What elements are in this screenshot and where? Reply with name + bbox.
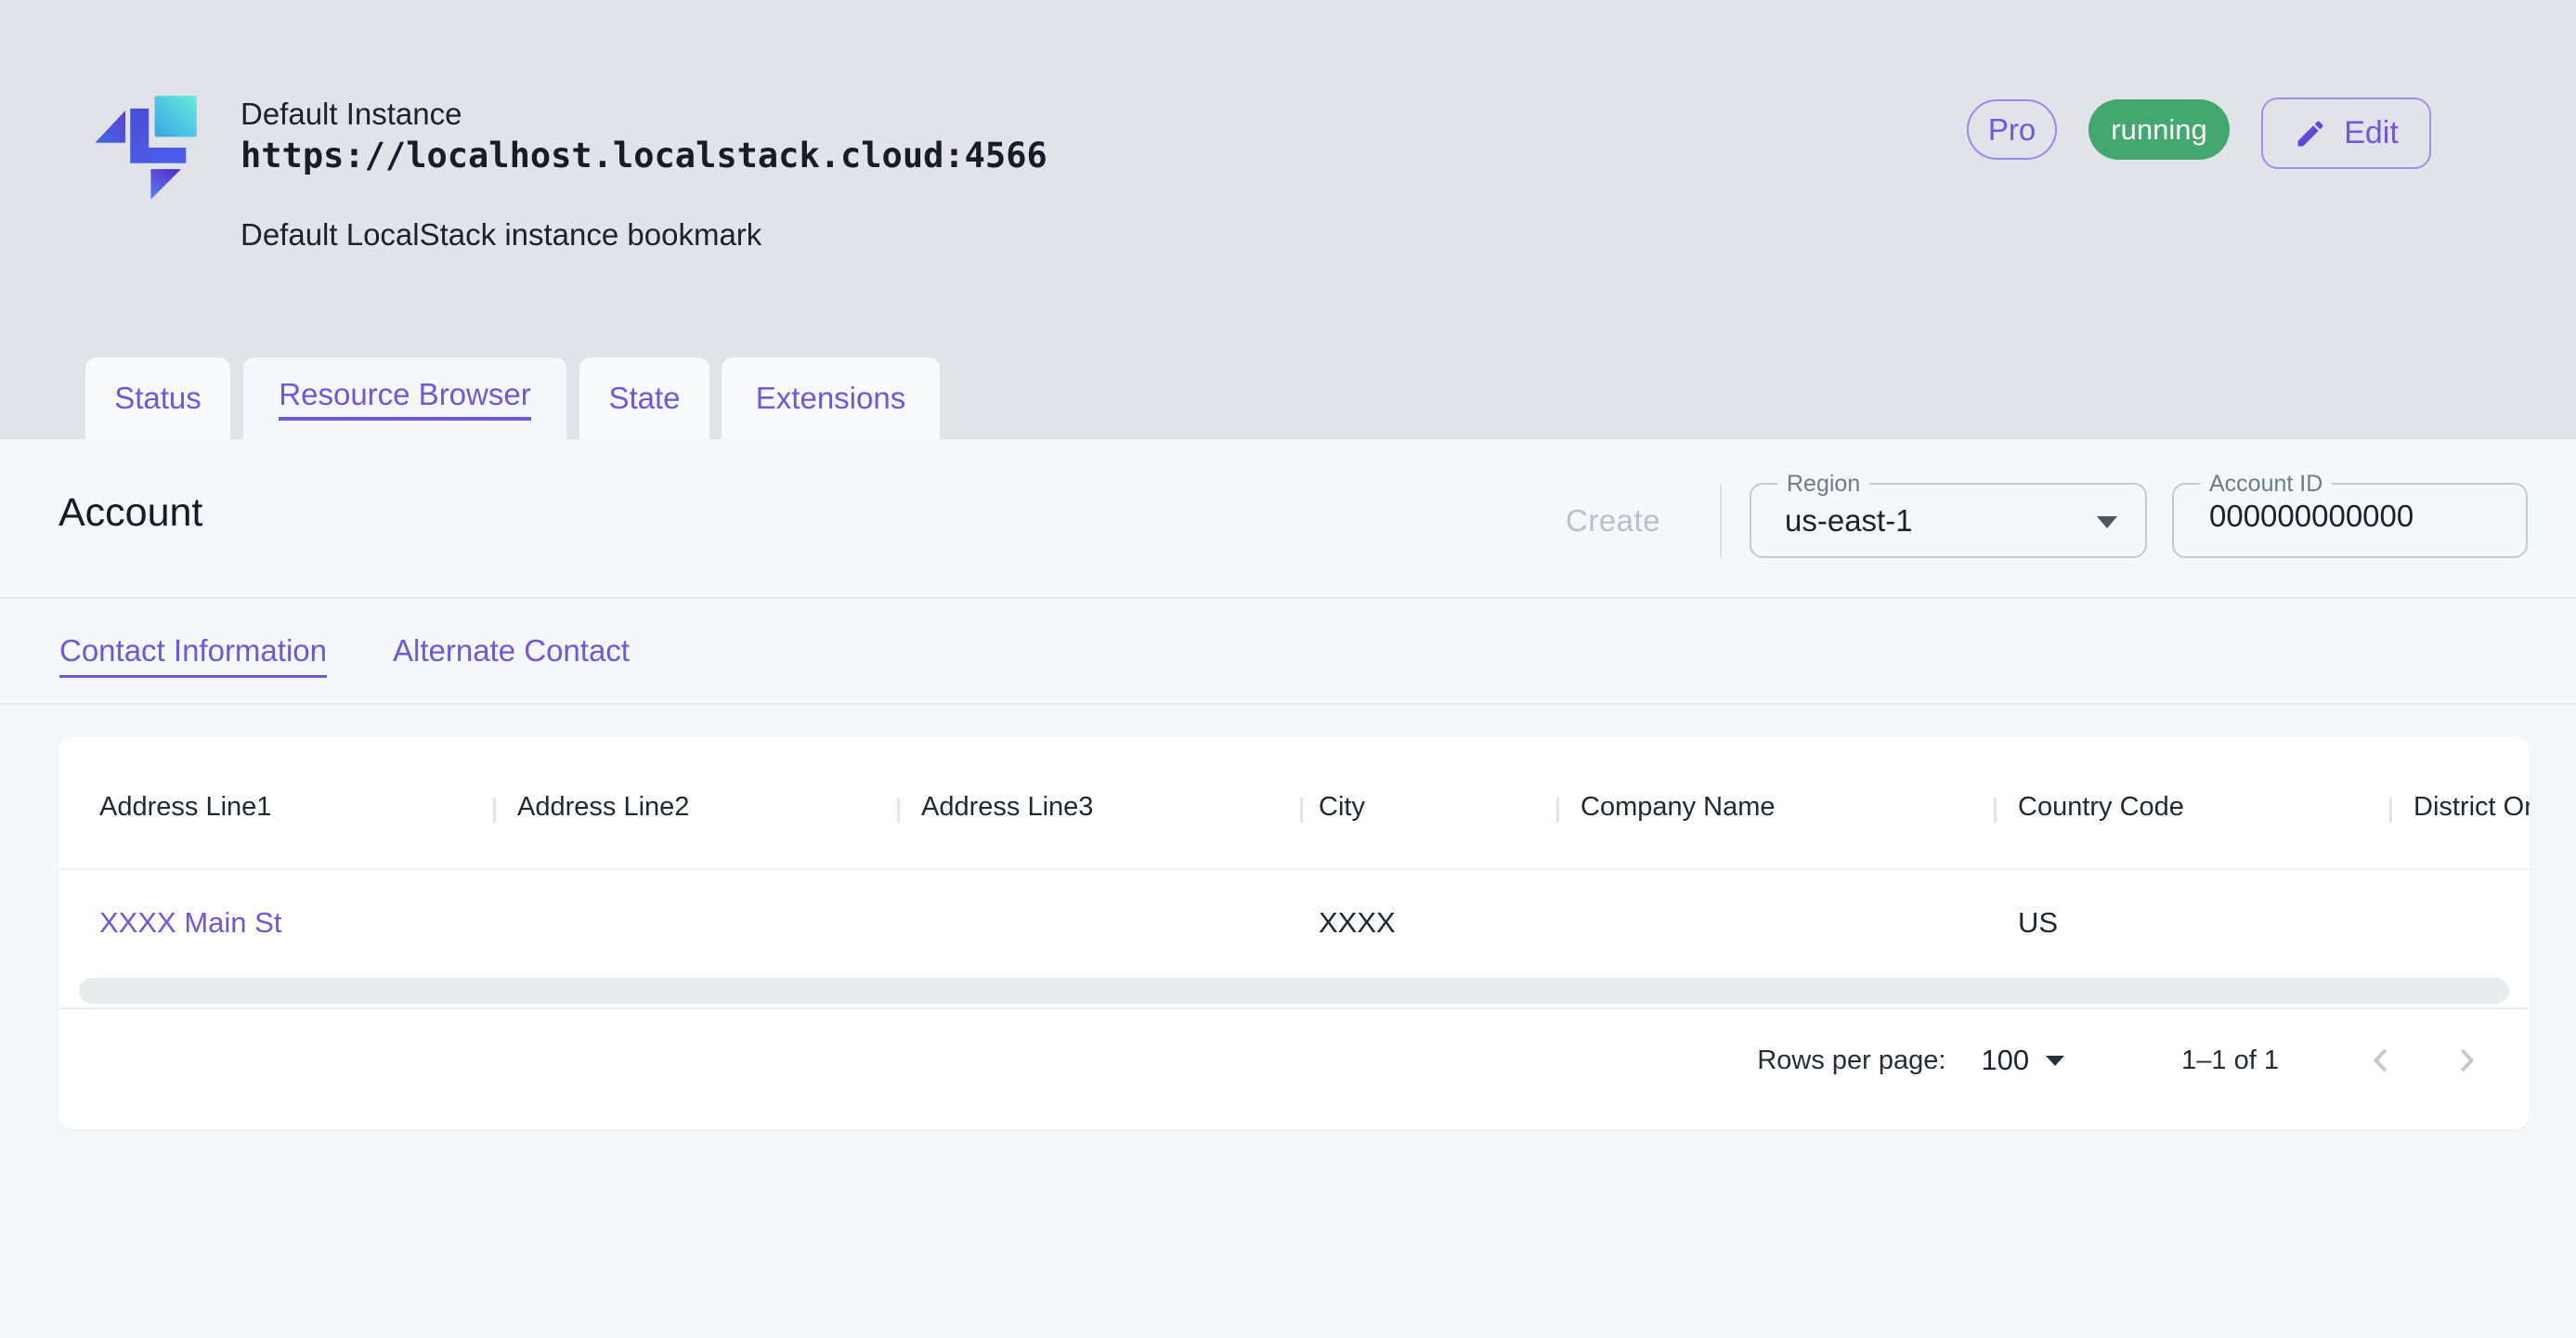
column-header-address-line3[interactable]: Address Line3: [921, 792, 1279, 829]
caret-down-icon: [2097, 516, 2117, 528]
column-header-address-line2[interactable]: Address Line2: [517, 792, 875, 829]
table-footer-divider: [59, 1007, 2530, 1009]
tab-status[interactable]: Status: [85, 357, 230, 439]
chevron-left-icon: [2363, 1043, 2399, 1078]
pro-badge-label: Pro: [1988, 112, 2036, 148]
column-divider: [1994, 798, 1997, 823]
instance-title: Default Instance: [241, 97, 462, 132]
next-page-button[interactable]: [2448, 1042, 2485, 1079]
table-header-divider: [59, 868, 2530, 870]
table-pagination: Rows per page: 100 1–1 of 1: [1757, 1032, 2485, 1089]
cell-city: XXXX: [1319, 906, 1396, 940]
tab-extensions[interactable]: Extensions: [722, 357, 940, 439]
tab-extensions-label: Extensions: [756, 381, 905, 416]
edit-button-label: Edit: [2344, 115, 2399, 151]
column-header-district[interactable]: District Or: [2413, 792, 2530, 829]
account-id-label: Account ID: [2200, 469, 2332, 499]
edit-button[interactable]: Edit: [2261, 97, 2431, 169]
divider: [0, 597, 2576, 599]
resource-browser-panel: Account Create Region us-east-1 Account …: [0, 439, 2576, 1338]
column-divider: [2389, 798, 2392, 823]
status-badge: running: [2088, 99, 2230, 160]
tab-state[interactable]: State: [579, 357, 709, 439]
previous-page-button[interactable]: [2362, 1042, 2400, 1079]
horizontal-scrollbar[interactable]: [79, 978, 2509, 1004]
tab-resource-browser-label: Resource Browser: [279, 377, 530, 421]
contact-information-table-card: Address Line1 Address Line2 Address Line…: [59, 736, 2530, 1129]
instance-endpoint-url: https://localhost.localstack.cloud:4566: [241, 136, 1047, 175]
column-divider: [493, 798, 496, 823]
create-button[interactable]: Create: [1566, 503, 1660, 539]
instance-description: Default LocalStack instance bookmark: [241, 217, 761, 253]
page-title: Account: [59, 490, 202, 536]
tab-resource-browser[interactable]: Resource Browser: [243, 357, 566, 439]
pro-badge: Pro: [1967, 99, 2057, 160]
account-id-field[interactable]: Account ID: [2172, 483, 2528, 558]
column-divider: [1300, 798, 1303, 823]
column-header-address-line1[interactable]: Address Line1: [99, 792, 471, 829]
toolbar-divider: [1720, 485, 1722, 558]
localstack-logo: [90, 92, 198, 204]
tab-status-label: Status: [114, 381, 202, 416]
caret-down-icon[interactable]: [2046, 1056, 2064, 1066]
column-header-company-name[interactable]: Company Name: [1581, 792, 1971, 829]
tab-state-label: State: [608, 381, 680, 416]
pagination-range: 1–1 of 1: [2181, 1046, 2279, 1076]
rows-per-page-select[interactable]: 100: [1981, 1044, 2029, 1077]
region-select[interactable]: Region us-east-1: [1750, 483, 2147, 558]
region-select-value: us-east-1: [1785, 485, 1913, 556]
cell-address-line1-link[interactable]: XXXX Main St: [99, 906, 281, 940]
cell-country-code: US: [2018, 906, 2058, 940]
rows-per-page-label: Rows per page:: [1757, 1046, 1945, 1076]
divider: [0, 703, 2576, 705]
chevron-right-icon: [2449, 1043, 2484, 1078]
subtab-contact-information[interactable]: Contact Information: [59, 633, 327, 678]
column-divider: [897, 798, 900, 823]
column-divider: [1556, 798, 1559, 823]
status-badge-label: running: [2111, 113, 2206, 147]
column-header-country-code[interactable]: Country Code: [2018, 792, 2366, 829]
column-header-city[interactable]: City: [1319, 792, 1532, 829]
subtab-alternate-contact[interactable]: Alternate Contact: [393, 633, 630, 669]
account-id-input[interactable]: [2207, 498, 2499, 535]
pencil-icon: [2294, 117, 2327, 150]
localstack-instance-page: Default Instance https://localhost.local…: [0, 0, 2576, 1338]
